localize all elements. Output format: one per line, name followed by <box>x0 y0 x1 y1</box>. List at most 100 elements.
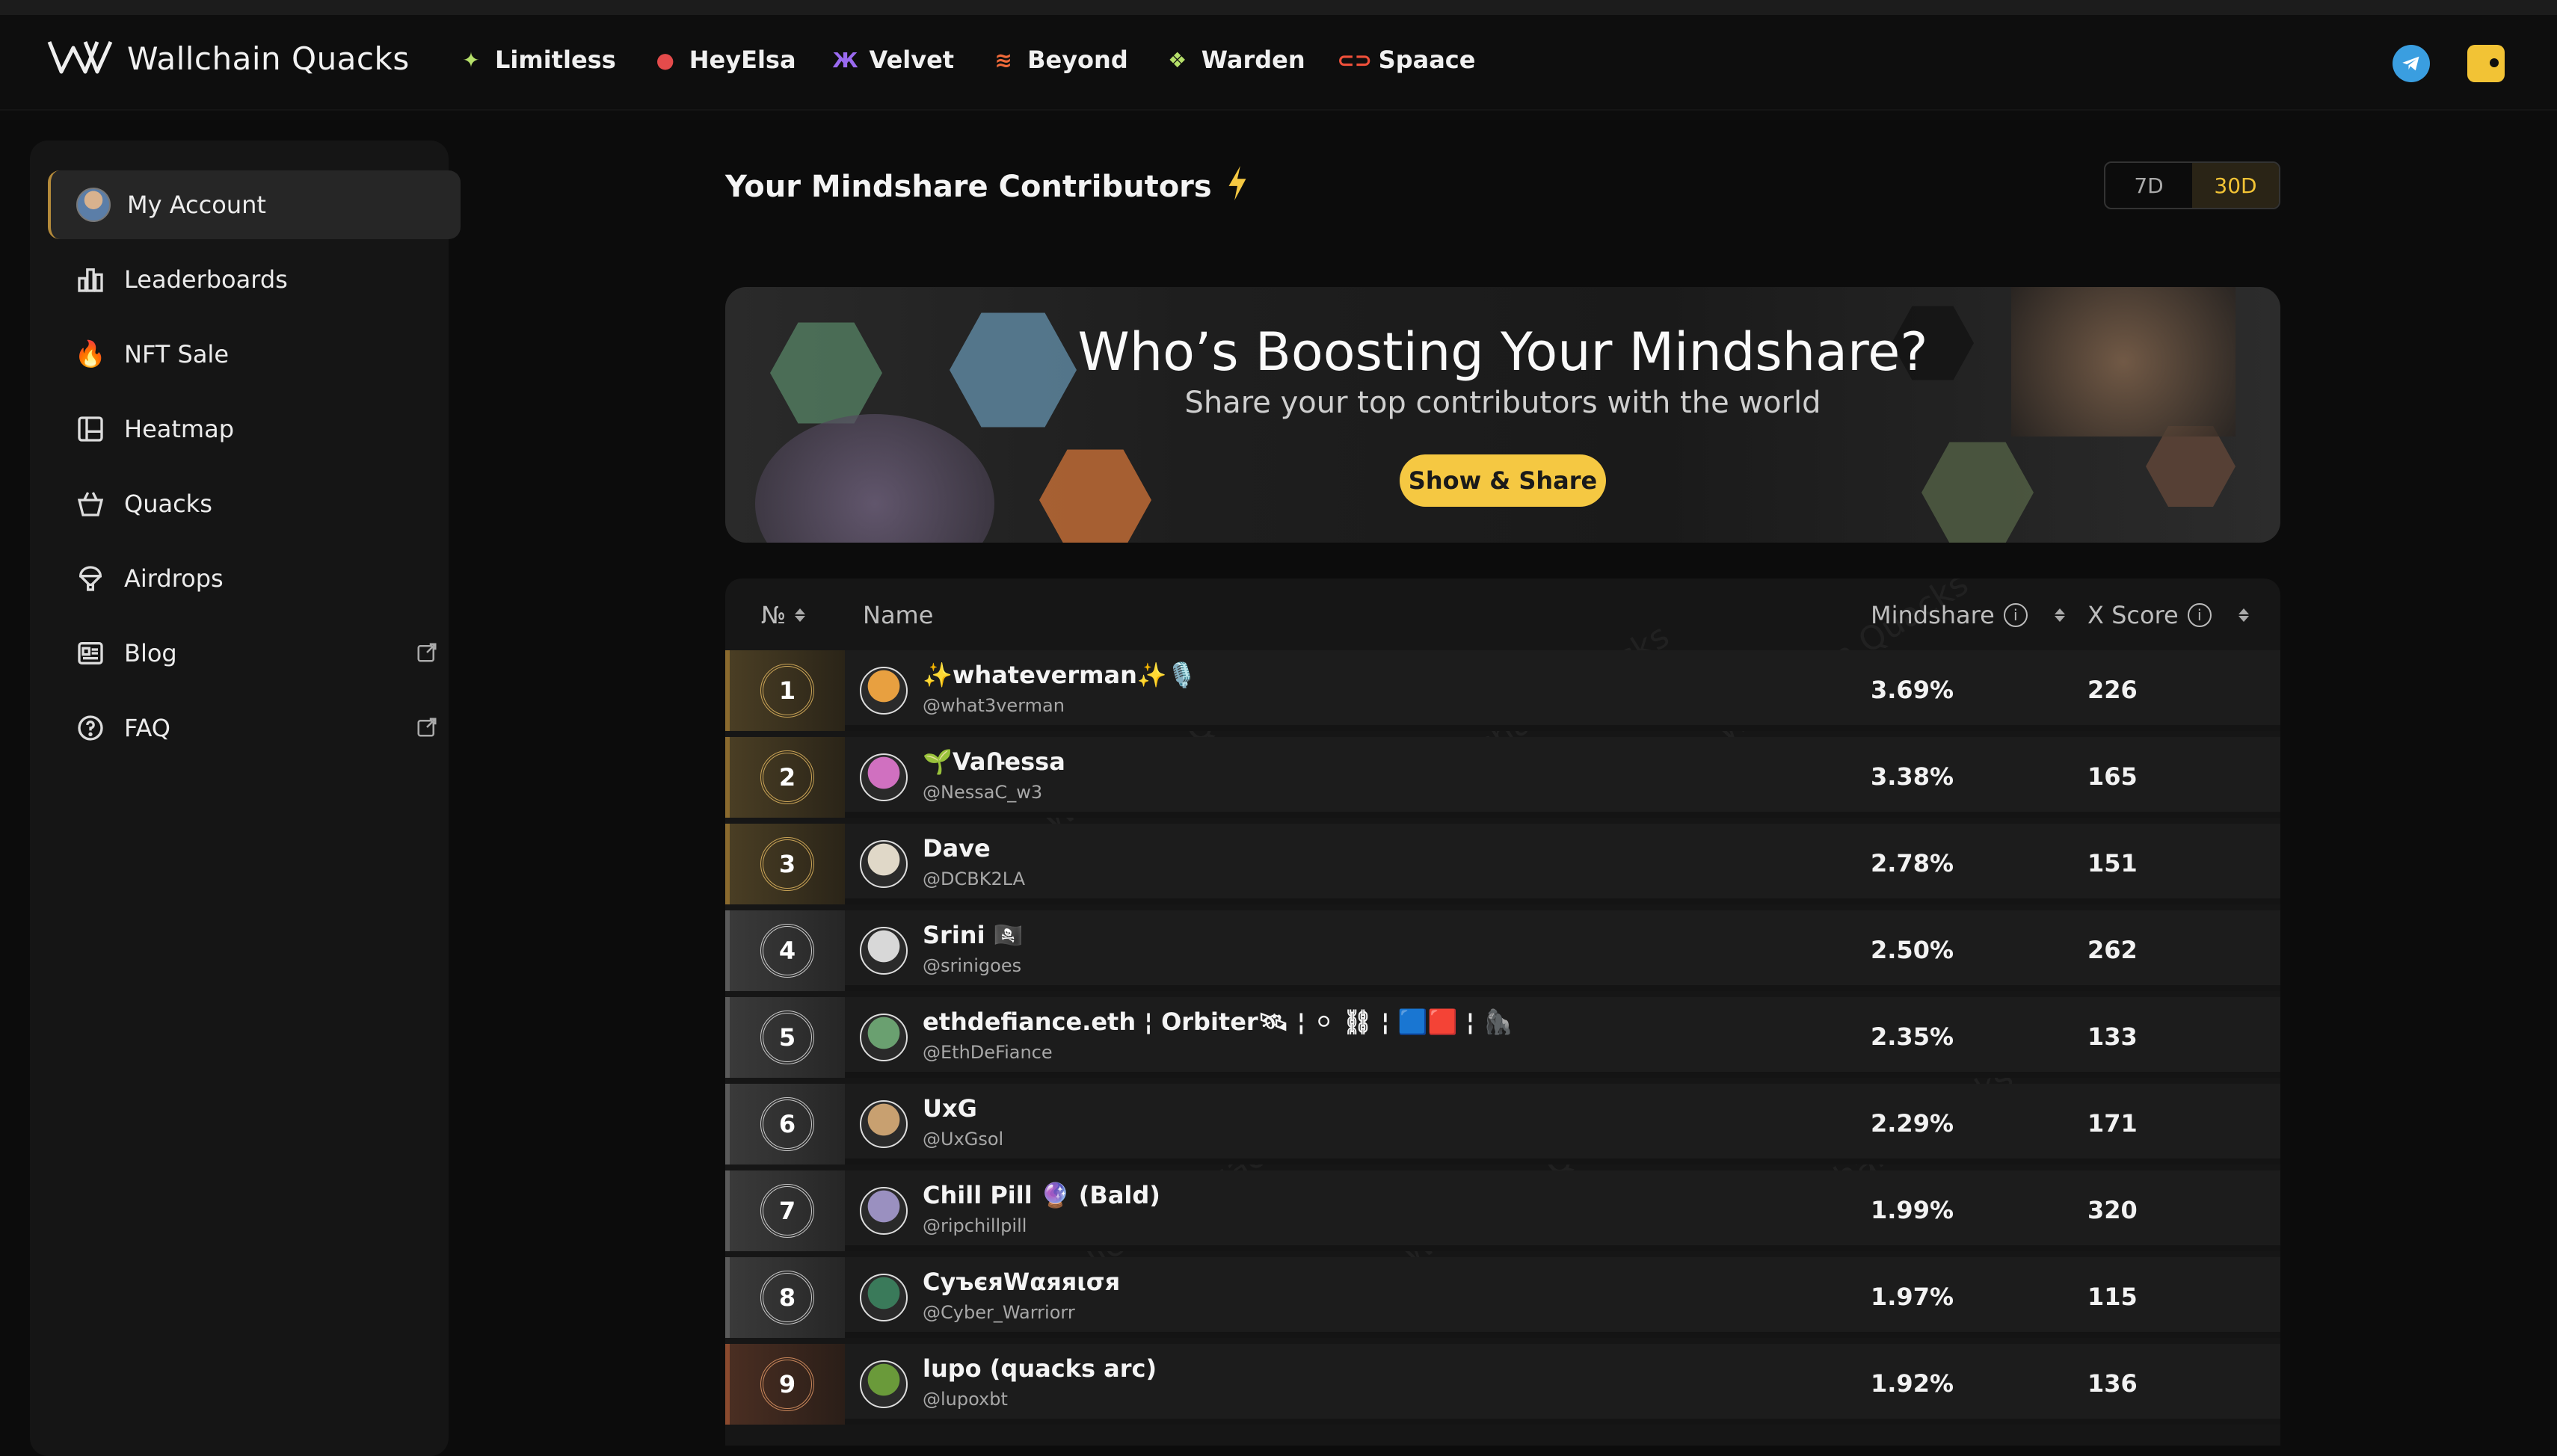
mindshare-value: 1.99% <box>1871 1196 1954 1224</box>
partner-heyelsa[interactable]: ● HeyElsa <box>652 46 796 74</box>
table-row[interactable]: 7 Chill Pill 🔮 (Bald) @ripchillpill 1.99% 32… <box>725 1170 2280 1251</box>
range-30d-button[interactable]: 30D <box>2192 163 2279 208</box>
contributor-name[interactable]: СуъєяWαяяισя <box>923 1268 1120 1296</box>
range-7d-button[interactable]: 7D <box>2105 163 2192 208</box>
contributor-handle: @what3verman <box>923 695 1065 716</box>
partner-velvet[interactable]: Ж Velvet <box>832 46 954 74</box>
rank-badge: 5 <box>725 997 845 1078</box>
page-title: Your Mindshare Contributors <box>725 166 1249 208</box>
rank-badge: 1 <box>725 650 845 731</box>
partner-limitless[interactable]: ✦ Limitless <box>458 46 615 74</box>
rank-number: 1 <box>778 676 796 705</box>
rank-badge: 9 <box>725 1344 845 1425</box>
avatar[interactable] <box>860 927 908 975</box>
sort-icon <box>2054 608 2065 622</box>
mindshare-value: 1.97% <box>1871 1283 1954 1311</box>
xscore-value: 226 <box>2087 676 2138 704</box>
info-icon[interactable]: i <box>2003 603 2028 627</box>
rank-badge: 3 <box>725 824 845 904</box>
avatar-icon <box>76 188 111 222</box>
xscore-value: 320 <box>2087 1196 2138 1224</box>
xscore-value: 171 <box>2087 1109 2138 1138</box>
table-row[interactable]: 1 ✨whateverman✨🎙️ @what3verman 3.69% 226 <box>725 650 2280 731</box>
rank-badge: 8 <box>725 1257 845 1338</box>
avatar[interactable] <box>860 1014 908 1061</box>
mindshare-value: 2.35% <box>1871 1022 1954 1051</box>
mindshare-value: 2.50% <box>1871 936 1954 964</box>
avatar[interactable] <box>860 1274 908 1321</box>
banner-photo <box>755 414 994 543</box>
share-banner: Who’s Boosting Your Mindshare? Share you… <box>725 287 2280 543</box>
contributor-name[interactable]: Srini 🏴‍☠️ <box>923 921 1024 949</box>
contributor-name[interactable]: lupo (quacks arc) <box>923 1354 1157 1383</box>
avatar[interactable] <box>860 667 908 715</box>
table-row[interactable]: 9 lupo (quacks arc) @lupoxbt 1.92% 136 <box>725 1344 2280 1425</box>
wallchain-logo-icon <box>46 37 114 79</box>
sidebar-item-my-account[interactable]: My Account <box>48 170 461 239</box>
xscore-header[interactable]: X Score i <box>2087 601 2249 629</box>
table-row[interactable]: 6 UxG @UxGsol 2.29% 171 <box>725 1084 2280 1165</box>
table-row[interactable]: 4 Srini 🏴‍☠️ @srinigoes 2.50% 262 <box>725 910 2280 991</box>
info-icon[interactable]: i <box>2187 603 2212 627</box>
table-row[interactable]: 3 Dave @DCBK2LA 2.78% 151 <box>725 824 2280 904</box>
sidebar-item-blog[interactable]: Blog <box>48 619 461 688</box>
contributor-name[interactable]: ethdefiance.eth ¦ Orbiter🛰 ¦ ⚪ ⛓ ¦ 🟦🟥 ¦ … <box>923 1008 1513 1036</box>
contributor-handle: @srinigoes <box>923 955 1022 976</box>
laurel-icon: 4 <box>760 924 814 978</box>
wallet-icon[interactable] <box>2467 45 2505 82</box>
laurel-icon: 3 <box>760 837 814 891</box>
contributor-name[interactable]: UxG <box>923 1094 977 1123</box>
nft-thumbnail <box>1921 442 2034 543</box>
telegram-icon[interactable] <box>2393 45 2430 82</box>
beyond-icon: ≋ <box>994 47 1012 73</box>
show-share-button[interactable]: Show & Share <box>1400 454 1606 507</box>
xscore-value: 165 <box>2087 762 2138 791</box>
sidebar-item-leaderboards[interactable]: Leaderboards <box>48 245 461 314</box>
avatar[interactable] <box>860 1100 908 1148</box>
contributor-name[interactable]: 🌱VaՌessa <box>923 747 1065 776</box>
mindshare-header[interactable]: Mindshare i <box>1871 601 2065 629</box>
basket-icon <box>73 487 108 521</box>
fire-icon: 🔥 <box>74 339 107 369</box>
sidebar-item-nft-sale[interactable]: 🔥 NFT Sale <box>48 320 461 389</box>
laurel-icon: 1 <box>760 664 814 718</box>
contributor-name[interactable]: Chill Pill 🔮 (Bald) <box>923 1181 1160 1209</box>
rank-header[interactable]: № <box>761 601 806 629</box>
nft-thumbnail <box>1039 449 1151 543</box>
laurel-icon: 8 <box>760 1271 814 1324</box>
table-row[interactable]: 2 🌱VaՌessa @NessaC_w3 3.38% 165 <box>725 737 2280 818</box>
table-row[interactable]: 8 СуъєяWαяяισя @Cyber_Warriorr 1.97% 115 <box>725 1257 2280 1338</box>
avatar[interactable] <box>860 840 908 888</box>
rank-badge: 7 <box>725 1170 845 1251</box>
avatar[interactable] <box>860 753 908 801</box>
partner-spaace[interactable]: ⊂⊃ Spaace <box>1337 46 1475 74</box>
contributor-handle: @DCBK2LA <box>923 869 1026 889</box>
sidebar-item-faq[interactable]: FAQ <box>48 694 461 762</box>
banner-subtitle: Share your top contributors with the wor… <box>1184 386 1821 420</box>
table-header: № Name Mindshare i X Score i <box>725 579 2280 650</box>
contributor-name[interactable]: Dave <box>923 834 991 863</box>
sort-icon <box>795 608 806 622</box>
table-row[interactable]: 5 ethdefiance.eth ¦ Orbiter🛰 ¦ ⚪ ⛓ ¦ 🟦🟥 ¦… <box>725 997 2280 1078</box>
velvet-icon: Ж <box>832 47 858 73</box>
sparkle-icon: ✦ <box>462 47 480 73</box>
rank-number: 9 <box>778 1370 796 1398</box>
contributor-handle: @NessaC_w3 <box>923 782 1043 803</box>
avatar[interactable] <box>860 1360 908 1408</box>
rank-number: 8 <box>778 1283 796 1312</box>
mindshare-value: 3.69% <box>1871 676 1954 704</box>
question-icon <box>73 711 108 745</box>
xscore-value: 262 <box>2087 936 2138 964</box>
avatar[interactable] <box>860 1187 908 1235</box>
external-link-icon <box>416 716 438 744</box>
sidebar-item-quacks[interactable]: Quacks <box>48 469 461 538</box>
brand[interactable]: Wallchain Quacks <box>46 36 410 81</box>
contributor-name[interactable]: ✨whateverman✨🎙️ <box>923 661 1197 689</box>
sidebar-item-airdrops[interactable]: Airdrops <box>48 544 461 613</box>
rank-number: 5 <box>778 1023 796 1052</box>
partner-warden[interactable]: ❖ Warden <box>1164 46 1305 74</box>
sidebar-item-heatmap[interactable]: Heatmap <box>48 395 461 463</box>
contributor-handle: @UxGsol <box>923 1129 1004 1150</box>
partner-beyond[interactable]: ≋ Beyond <box>990 46 1127 74</box>
contributor-handle: @Cyber_Warriorr <box>923 1302 1075 1323</box>
